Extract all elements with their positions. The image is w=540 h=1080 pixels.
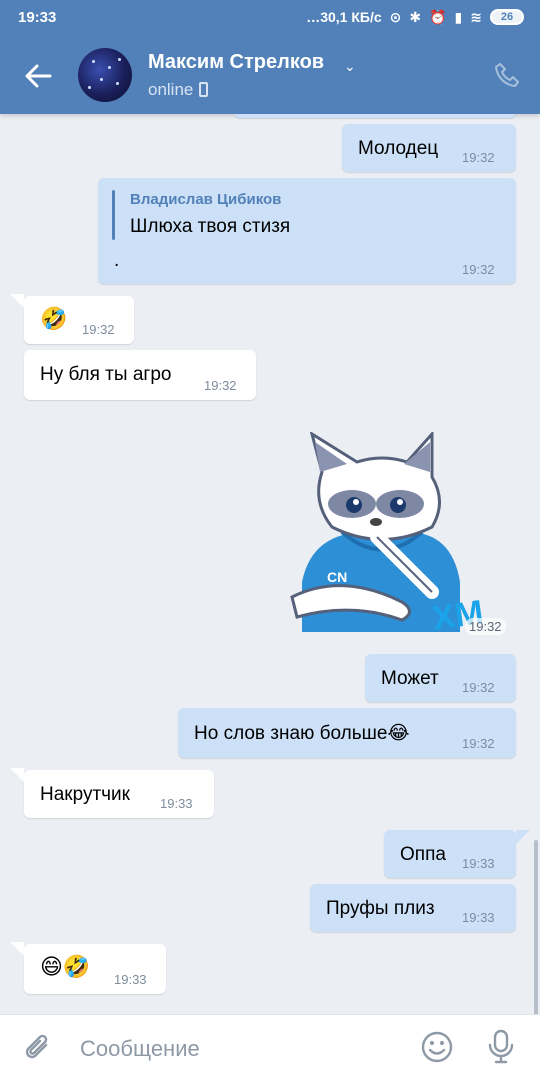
message-text: Оппа [400, 844, 446, 865]
message-time: 19:32 [462, 150, 495, 165]
wifi-icon: ≋ [470, 9, 482, 25]
message-list[interactable]: Молодец 19:32 Владислав Цибиков Шлюха тв… [0, 114, 540, 1014]
message-time: 19:32 [462, 736, 495, 751]
scrollbar[interactable] [534, 840, 538, 1014]
message-bubble-out[interactable]: Пруфы плиз 19:33 [310, 884, 516, 932]
message-bubble-in[interactable]: 😄🤣 19:33 [24, 944, 166, 994]
message-bubble-out[interactable]: Может 19:32 [365, 654, 516, 702]
message-bubble-partial [234, 114, 516, 118]
message-bubble-in[interactable]: Ну бля ты агро 19:32 [24, 350, 256, 400]
message-time: 19:32 [204, 378, 237, 393]
message-time: 19:32 [82, 322, 115, 337]
contact-name[interactable]: Максим Стрелков [148, 51, 324, 74]
message-text: Пруфы плиз [326, 898, 435, 919]
message-bubble-out[interactable]: Молодец 19:32 [342, 124, 516, 172]
message-time: 19:33 [114, 972, 147, 987]
message-text: Молодец [358, 138, 439, 159]
bubble-tail [516, 830, 530, 844]
message-time: 19:33 [462, 910, 495, 925]
message-bubble-in[interactable]: Накрутчик 19:33 [24, 770, 214, 818]
online-status: online [148, 80, 209, 100]
chat-header: Максим Стрелков ⌄ online [0, 36, 540, 114]
network-speed: …30,1 КБ/с [306, 9, 382, 25]
online-status-text: online [148, 80, 194, 99]
message-input[interactable]: Сообщение [80, 1036, 200, 1062]
phone-call-icon[interactable] [492, 60, 522, 90]
message-text: 😄🤣 [40, 954, 91, 979]
toggle-icon: ⊙ [389, 9, 402, 25]
message-bubble-out-reply[interactable]: Владислав Цибиков Шлюха твоя стизя . 19:… [98, 178, 516, 284]
message-text: 🤣 [40, 306, 68, 331]
bluetooth-icon: ✱ [409, 9, 422, 25]
avatar[interactable] [78, 48, 132, 102]
message-text: Может [381, 668, 439, 689]
chevron-down-icon[interactable]: ⌄ [344, 58, 356, 75]
back-arrow-icon[interactable] [22, 60, 54, 92]
attach-icon[interactable] [22, 1031, 54, 1065]
status-icons: …30,1 КБ/с ⊙ ✱ ⏰ ▮ ≋ 26 [306, 8, 524, 26]
status-bar: 19:33 …30,1 КБ/с ⊙ ✱ ⏰ ▮ ≋ 26 [0, 0, 540, 36]
alarm-icon: ⏰ [429, 9, 447, 25]
message-bubble-out[interactable]: Но слов знаю больше😂 19:32 [178, 708, 516, 758]
emoji-icon[interactable] [420, 1030, 454, 1064]
message-text: Накрутчик [40, 784, 130, 805]
message-text: Но слов знаю больше😂 [194, 723, 410, 744]
svg-text:CN: CN [327, 569, 347, 585]
message-bubble-in[interactable]: 🤣 19:32 [24, 296, 134, 344]
message-bubble-out[interactable]: Оппа 19:33 [384, 830, 516, 878]
bubble-tail [10, 768, 24, 782]
fox-sticker[interactable]: CN ХМ [282, 432, 512, 642]
message-time: 19:32 [462, 262, 495, 277]
battery-icon: 26 [490, 9, 524, 25]
bubble-tail [10, 294, 24, 308]
microphone-icon[interactable] [486, 1029, 516, 1065]
reply-bar [112, 190, 115, 240]
reply-text: Шлюха твоя стизя [130, 216, 291, 237]
message-text: . [114, 250, 120, 271]
message-composer: Сообщение [0, 1014, 540, 1080]
mobile-icon [199, 82, 209, 97]
bubble-tail [10, 942, 24, 956]
message-time: 19:32 [462, 680, 495, 695]
message-text: Ну бля ты агро [40, 364, 172, 385]
message-time: 19:33 [462, 856, 495, 871]
message-time: 19:32 [465, 618, 506, 635]
clock: 19:33 [18, 9, 57, 26]
message-time: 19:33 [160, 796, 193, 811]
reply-author[interactable]: Владислав Цибиков [130, 191, 281, 208]
signal-icon: ▮ [454, 9, 463, 25]
